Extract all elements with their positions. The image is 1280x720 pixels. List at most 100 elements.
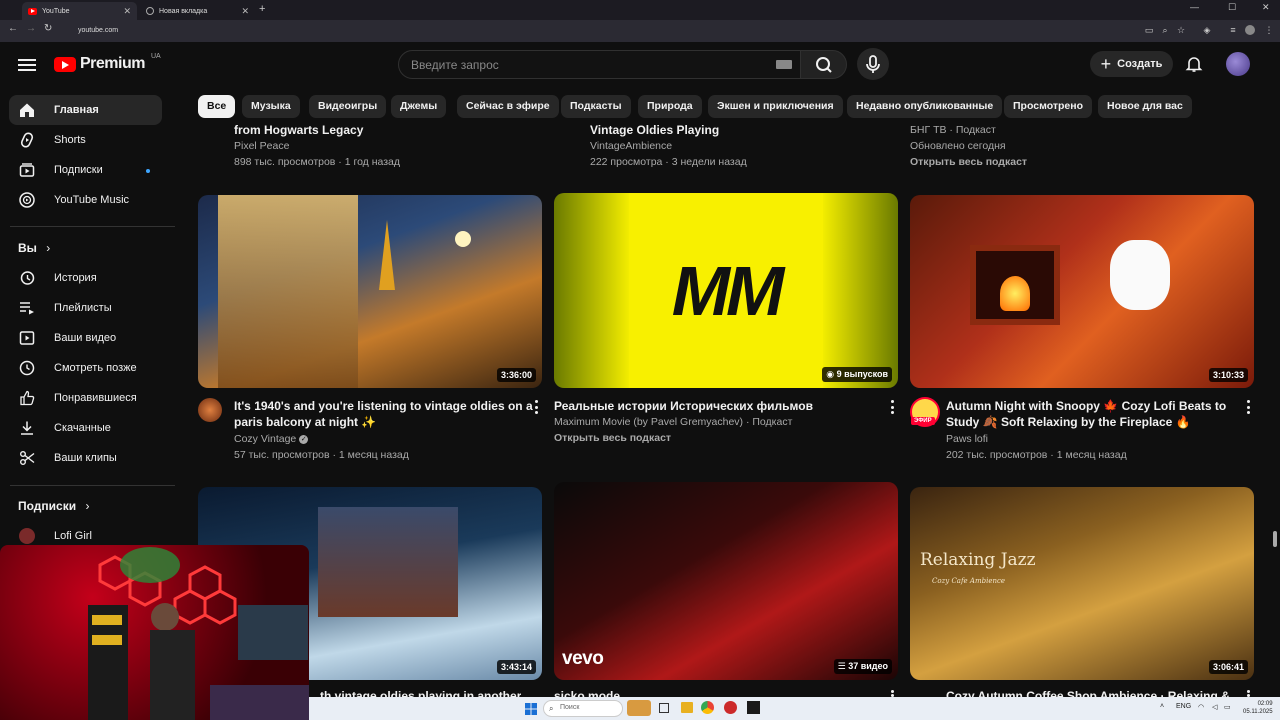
more-options-icon[interactable] — [1246, 690, 1250, 697]
keyboard-icon[interactable] — [776, 60, 792, 69]
terminal-icon[interactable] — [747, 701, 760, 714]
voice-search-button[interactable] — [857, 48, 889, 80]
video-thumbnail[interactable]: Relaxing Jazz Cozy Cafe Ambience 3:06:41 — [910, 487, 1254, 680]
sidebar-divider — [10, 485, 175, 486]
widget-icon[interactable] — [627, 700, 651, 716]
open-podcast-link[interactable]: Открыть весь подкаст — [554, 430, 671, 446]
app-icon[interactable] — [724, 701, 737, 714]
open-podcast-link[interactable]: Открыть весь подкаст — [910, 154, 1027, 170]
media-icon[interactable]: ≡ — [1228, 25, 1238, 35]
channel-name[interactable]: БНГ ТВ · Подкаст — [910, 122, 996, 138]
channel-avatar[interactable] — [198, 398, 222, 422]
task-view-icon[interactable] — [659, 703, 669, 713]
more-options-icon[interactable] — [1246, 400, 1250, 414]
sidebar-item-your-videos[interactable]: Ваши видео — [9, 323, 162, 353]
more-options-icon[interactable] — [890, 690, 894, 697]
channel-name[interactable]: VintageAmbience — [590, 138, 672, 154]
minimize-icon[interactable]: — — [1190, 2, 1199, 12]
chip-videogames[interactable]: Видеоигры — [309, 95, 387, 118]
video-title[interactable]: Реальные истории Исторических фильмов — [554, 398, 813, 414]
bookmark-star-icon[interactable]: ☆ — [1176, 25, 1186, 35]
chip-live[interactable]: Сейчас в эфире — [457, 95, 559, 118]
video-meta: 898 тыс. просмотров · 1 год назад — [234, 156, 401, 168]
volume-icon[interactable]: ◁ — [1212, 703, 1217, 711]
close-tab-icon[interactable]: ✕ — [241, 6, 249, 17]
tray-lang[interactable]: ENG — [1176, 703, 1191, 710]
channel-avatar-icon — [19, 528, 35, 544]
video-thumbnail[interactable]: vevo ☰ 37 видео — [554, 482, 898, 680]
sidebar-item-subscriptions[interactable]: Подписки — [9, 155, 162, 185]
maximize-icon[interactable]: ☐ — [1228, 2, 1236, 13]
forward-icon[interactable]: → — [26, 23, 36, 34]
browser-tab-new[interactable]: Новая вкладка ✕ — [140, 2, 255, 20]
address-bar[interactable]: youtube.com — [70, 24, 1130, 39]
taskbar-search-input[interactable]: Поиск — [543, 700, 623, 717]
page-scrollbar[interactable] — [1273, 531, 1277, 547]
video-title[interactable]: Autumn Night with Snoopy 🍁 Cozy Lofi Bea… — [946, 398, 1226, 430]
extensions-icon[interactable]: ◈ — [1202, 25, 1212, 35]
sidebar-item-history[interactable]: История — [9, 263, 162, 293]
tray-chevron-icon[interactable]: ˄ — [1160, 703, 1164, 710]
video-title[interactable]: Vintage Oldies Playing — [590, 122, 719, 138]
sidebar-you-heading[interactable]: Вы › — [18, 241, 50, 255]
channel-name[interactable]: Pixel Peace — [234, 138, 289, 154]
screen-icon[interactable]: ▭ — [1144, 25, 1154, 35]
account-avatar[interactable] — [1226, 52, 1250, 76]
menu-dots-icon[interactable]: ⋮ — [1264, 25, 1274, 35]
wifi-icon[interactable]: ◠ — [1198, 703, 1204, 711]
zoom-icon[interactable]: ⌕ — [1160, 25, 1170, 35]
chip-new-to-you[interactable]: Новое для вас — [1098, 95, 1192, 118]
sidebar-item-home[interactable]: Главная — [9, 95, 162, 125]
chip-jams[interactable]: Джемы — [391, 95, 447, 118]
close-window-icon[interactable]: ✕ — [1262, 2, 1270, 13]
chrome-icon[interactable] — [701, 701, 714, 714]
video-thumbnail[interactable]: 3:10:33 — [910, 195, 1254, 388]
video-title[interactable]: from Hogwarts Legacy — [234, 122, 363, 138]
chip-recently-uploaded[interactable]: Недавно опубликованные — [847, 95, 1003, 118]
moon-shape — [455, 231, 471, 247]
video-title[interactable]: Cozy Autumn Coffee Shop Ambience · Relax… — [946, 688, 1230, 697]
chip-podcasts[interactable]: Подкасты — [561, 95, 631, 118]
sidebar-item-clips[interactable]: Ваши клипы — [9, 443, 162, 473]
browser-tab-youtube[interactable]: YouTube ✕ — [22, 2, 137, 20]
hamburger-menu-icon[interactable] — [18, 56, 36, 72]
reload-icon[interactable]: ↻ — [44, 23, 52, 34]
file-explorer-icon[interactable] — [681, 702, 693, 713]
notifications-bell-icon[interactable] — [1185, 55, 1203, 73]
chip-all[interactable]: Все — [198, 95, 236, 118]
windows-start-icon[interactable] — [525, 702, 537, 715]
chip-action-adventure[interactable]: Экшен и приключения — [708, 95, 843, 118]
back-icon[interactable]: ← — [8, 23, 18, 34]
podcast-thumbnail[interactable]: MM ◉ 9 выпусков — [554, 193, 898, 388]
taskbar-clock[interactable]: 02:09 05.11.2025 — [1243, 700, 1273, 716]
channel-name[interactable]: Maximum Movie (by Pavel Gremyachev) · По… — [554, 414, 792, 430]
video-title[interactable]: sicko mode — [554, 688, 620, 697]
sidebar-item-playlists[interactable]: Плейлисты — [9, 293, 162, 323]
sidebar-item-shorts[interactable]: Shorts — [9, 125, 162, 155]
chip-watched[interactable]: Просмотрено — [1004, 95, 1093, 118]
channel-name[interactable]: Paws lofi — [946, 431, 988, 447]
close-tab-icon[interactable]: ✕ — [123, 6, 131, 17]
sidebar-item-youtube-music[interactable]: YouTube Music — [9, 185, 162, 215]
search-button[interactable] — [800, 50, 847, 79]
profile-icon[interactable] — [1245, 25, 1255, 35]
channel-name[interactable]: Cozy Vintage ✓ — [234, 431, 309, 447]
video-title[interactable]: It's 1940's and you're listening to vint… — [234, 398, 533, 430]
video-thumbnail[interactable]: 3:36:00 — [198, 195, 542, 388]
more-options-icon[interactable] — [534, 400, 538, 414]
video-title[interactable]: ...th vintage oldies playing in another — [310, 688, 521, 697]
battery-icon[interactable]: ▭ — [1224, 703, 1231, 711]
sidebar-item-liked[interactable]: Понравившиеся — [9, 383, 162, 413]
house-shape — [318, 507, 458, 617]
chip-music[interactable]: Музыка — [242, 95, 300, 118]
create-button[interactable]: + Создать — [1090, 51, 1173, 77]
chip-nature[interactable]: Природа — [638, 95, 702, 118]
sidebar-item-downloads[interactable]: Скачанные — [9, 413, 162, 443]
search-input[interactable]: Введите запрос — [398, 50, 802, 79]
clock-time: 02:09 — [1257, 701, 1273, 707]
sidebar-subscriptions-heading[interactable]: Подписки › — [18, 499, 89, 513]
youtube-premium-logo[interactable]: Premium UA — [54, 53, 161, 73]
sidebar-item-watch-later[interactable]: Смотреть позже — [9, 353, 162, 383]
new-tab-icon[interactable]: + — [259, 3, 265, 15]
more-options-icon[interactable] — [890, 400, 894, 414]
